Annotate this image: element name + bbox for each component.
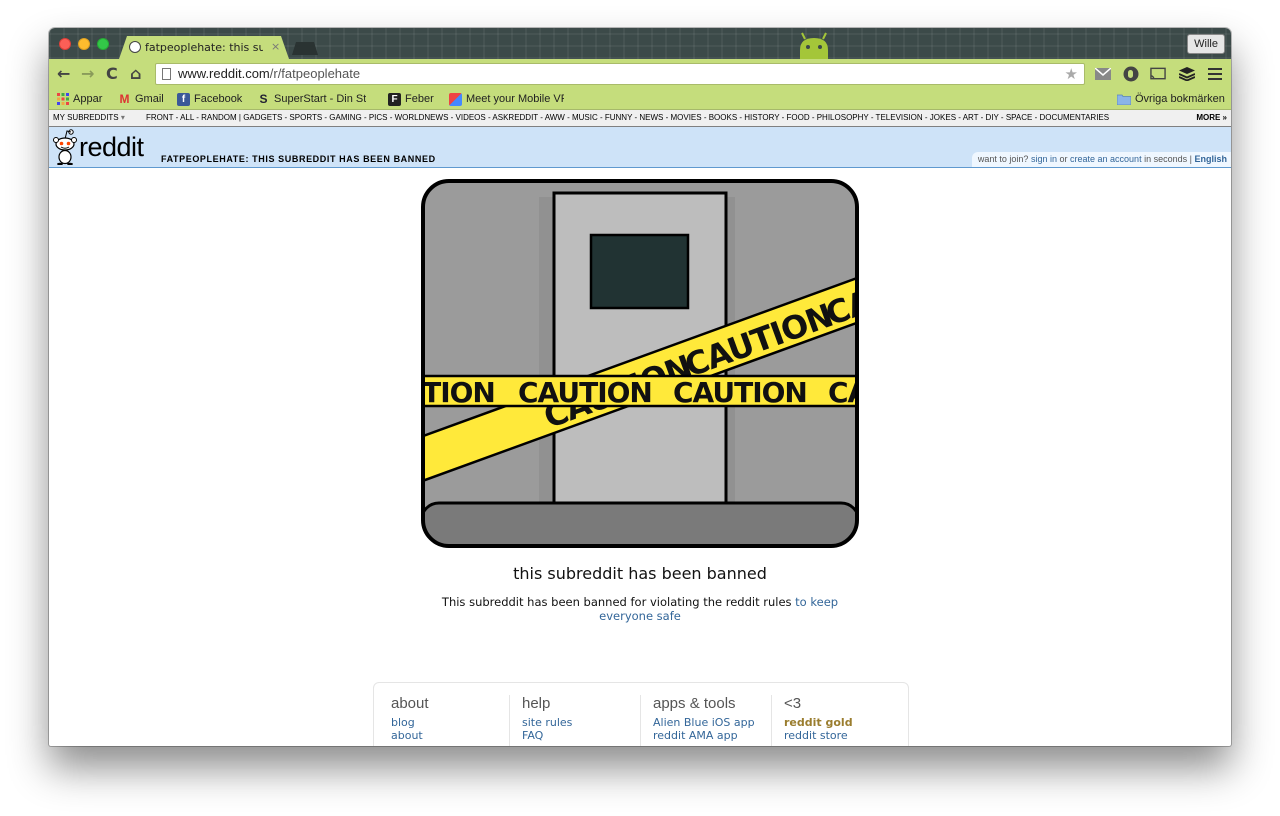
join-prompt-text: want to join? — [977, 154, 1029, 164]
feber-icon: F — [388, 92, 401, 106]
footer-link-site-rules[interactable]: site rules — [522, 716, 642, 729]
title-bar: fatpeoplehate: this subredd × Wille — [49, 28, 1231, 59]
address-bar[interactable]: www.reddit.com/r/fatpeoplehate ★ — [155, 63, 1085, 85]
back-icon[interactable]: ← — [57, 65, 70, 83]
banned-description-text: This subreddit has been banned for viola… — [441, 595, 792, 609]
bookmark-gmail[interactable]: M Gmail — [118, 92, 164, 106]
bookmark-label: SuperStart - Din Sta — [274, 93, 366, 105]
bookmarks-bar: Appar M Gmail f Facebook S SuperStart - … — [49, 89, 1231, 110]
puzzle-icon — [449, 92, 462, 106]
bookmark-label: Övriga bokmärken — [1135, 93, 1225, 105]
profile-button[interactable]: Wille — [1187, 34, 1225, 54]
gmail-extension-icon[interactable] — [1095, 66, 1111, 82]
footer-heading: apps & tools — [653, 695, 736, 712]
close-window-button[interactable] — [59, 38, 71, 50]
home-icon[interactable]: ⌂ — [130, 65, 141, 83]
door-window — [589, 233, 690, 310]
bookmark-star-icon[interactable]: ★ — [1065, 65, 1078, 83]
footer-column-help: help site rules FAQ — [522, 695, 642, 742]
menu-icon[interactable] — [1207, 66, 1223, 82]
create-account-link[interactable]: create an account — [1070, 154, 1142, 164]
footer-column-about: about blog about — [391, 695, 511, 742]
bookmark-meet-vr[interactable]: Meet your Mobile VR — [449, 92, 564, 106]
footer-link-reddit-gold[interactable]: reddit gold — [784, 716, 904, 729]
banned-illustration: CAUTION CAUTION CAUTION CAUTION CAUTION … — [421, 179, 859, 548]
footer-link-reddit-store[interactable]: reddit store — [784, 729, 904, 742]
new-tab-button[interactable] — [292, 42, 318, 55]
banned-description: This subreddit has been banned for viola… — [434, 595, 846, 623]
footer: about blog about help site rules FAQ app… — [373, 682, 909, 746]
footer-divider — [640, 695, 641, 746]
maximize-window-button[interactable] — [97, 38, 109, 50]
footer-link-faq[interactable]: FAQ — [522, 729, 642, 742]
gmail-icon: M — [119, 91, 130, 106]
page-title[interactable]: FATPEOPLEHATE: THIS SUBREDDIT HAS BEEN B… — [161, 154, 436, 164]
bookmark-appar[interactable]: Appar — [57, 92, 102, 106]
reload-icon[interactable]: C — [106, 65, 118, 83]
language-link[interactable]: English — [1194, 154, 1227, 164]
sign-in-link[interactable]: sign in — [1031, 154, 1057, 164]
extension-d-icon[interactable] — [1123, 66, 1139, 82]
footer-link-ama-app[interactable]: reddit AMA app — [653, 729, 773, 742]
bookmark-label: Feber — [405, 93, 434, 105]
subreddit-links[interactable]: FRONT - ALL - RANDOM | GADGETS - SPORTS … — [146, 110, 1176, 126]
superstart-icon: S — [259, 91, 268, 106]
bookmark-feber[interactable]: F Feber — [388, 92, 434, 106]
reddit-logo-text[interactable]: reddit — [79, 132, 144, 162]
footer-column-apps: apps & tools Alien Blue iOS app reddit A… — [653, 695, 773, 742]
svg-text:CAUTION: CAUTION — [421, 376, 495, 409]
svg-text:CAUTION: CAUTION — [828, 376, 859, 409]
tab-close-icon[interactable]: × — [271, 40, 280, 53]
bookmark-label: Appar — [73, 93, 103, 105]
footer-column-love: <3 reddit gold reddit store — [784, 695, 904, 742]
dropdown-arrow-icon: ▾ — [120, 113, 125, 122]
bookmark-label: Meet your Mobile VR — [466, 93, 564, 105]
login-prompt: want to join? sign in or create an accou… — [971, 152, 1231, 167]
in-seconds-text: in seconds | — [1144, 154, 1192, 164]
cast-icon[interactable] — [1150, 66, 1166, 82]
facebook-icon: f — [177, 92, 190, 106]
browser-toolbar: ← → C ⌂ www.reddit.com/r/fatpeoplehate ★ — [49, 59, 1231, 89]
page-icon — [162, 68, 171, 80]
minimize-window-button[interactable] — [78, 38, 90, 50]
or-text: or — [1059, 154, 1068, 164]
apps-grid-icon — [57, 93, 69, 105]
bookmark-other[interactable]: Övriga bokmärken — [1117, 92, 1225, 106]
forward-icon[interactable]: → — [81, 65, 94, 83]
browser-window: fatpeoplehate: this subredd × Wille ← → … — [49, 28, 1231, 746]
bookmark-label: Gmail — [135, 93, 164, 105]
svg-text:CAUTION: CAUTION — [673, 376, 807, 409]
url-text: www.reddit.com/r/fatpeoplehate — [178, 66, 361, 81]
footer-divider — [509, 695, 510, 746]
footer-link-alien-blue[interactable]: Alien Blue iOS app — [653, 716, 773, 729]
bookmark-superstart[interactable]: S SuperStart - Din Sta — [257, 92, 366, 106]
tab-active[interactable]: fatpeoplehate: this subredd × — [119, 36, 289, 59]
folder-icon — [1117, 94, 1131, 105]
banned-heading: this subreddit has been banned — [513, 564, 767, 583]
footer-divider — [771, 695, 772, 746]
reddit-favicon-icon — [129, 41, 141, 53]
buffer-extension-icon[interactable] — [1179, 66, 1195, 82]
footer-link-blog[interactable]: blog — [391, 716, 511, 729]
svg-text:CAUTION: CAUTION — [518, 376, 652, 409]
snoo-logo-icon[interactable] — [52, 129, 78, 165]
android-theme-icon — [800, 32, 828, 59]
bookmark-label: Facebook — [194, 93, 243, 105]
my-subreddits-dropdown[interactable]: MY SUBREDDITS ▾ — [53, 110, 125, 126]
bookmark-facebook[interactable]: f Facebook — [177, 92, 242, 106]
reddit-header: reddit FATPEOPLEHATE: THIS SUBREDDIT HAS… — [49, 127, 1231, 168]
footer-heading: about — [391, 695, 429, 712]
more-subreddits-link[interactable]: MORE » — [1190, 110, 1227, 126]
tab-title: fatpeoplehate: this subredd — [145, 41, 263, 54]
footer-heading: <3 — [784, 695, 802, 712]
footer-link-about[interactable]: about — [391, 729, 511, 742]
subreddit-bar: MY SUBREDDITS ▾ FRONT - ALL - RANDOM | G… — [49, 110, 1231, 127]
footer-heading: help — [522, 695, 551, 712]
